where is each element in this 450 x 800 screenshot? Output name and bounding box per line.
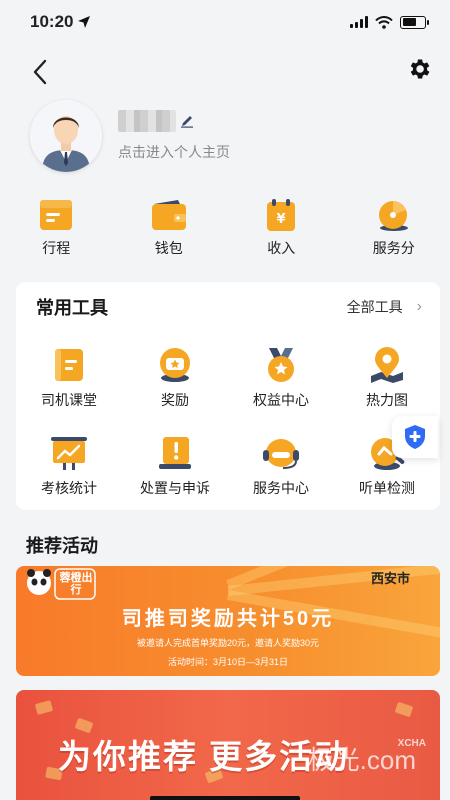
tool-appeal[interactable]: 处置与申诉: [122, 420, 228, 508]
battery-icon: [400, 15, 429, 29]
banner-city: 西安市: [370, 571, 410, 586]
gear-icon[interactable]: [406, 56, 432, 82]
service-score-icon: [378, 201, 408, 231]
quick-action-service-score[interactable]: 服务分: [338, 198, 450, 258]
tools-title: 常用工具: [36, 298, 108, 318]
banner-headline: 为你推荐 更多活动: [58, 738, 350, 775]
medal-icon: [268, 348, 294, 382]
map-pin-icon: [371, 347, 403, 383]
driver-avatar-icon: [30, 100, 102, 172]
quick-action-income[interactable]: ¥ 收入: [225, 198, 338, 258]
reward-icon: [160, 348, 190, 382]
svg-text:¥: ¥: [277, 212, 286, 227]
location-arrow-icon: [78, 16, 91, 28]
tools-header: 常用工具 全部工具 ›: [16, 282, 440, 332]
book-icon: [55, 349, 83, 381]
all-tools-label[interactable]: 全部工具: [347, 297, 403, 317]
top-bar: [0, 52, 450, 88]
banner-date: 活动时间：3月10日—3月31日: [167, 657, 289, 667]
tool-rights-center[interactable]: 权益中心: [228, 332, 334, 420]
more-activities-banner[interactable]: 为你推荐 更多活动 极光.com XCHA: [16, 690, 440, 800]
wallet-icon: [151, 200, 186, 230]
status-icons: [350, 15, 429, 29]
watermark-small-text: XCHA: [397, 738, 426, 749]
profile-header[interactable]: 点击进入个人主页: [30, 100, 230, 172]
tool-label: 奖励: [161, 392, 189, 408]
banner-subline: 被邀请人完成首单奖励20元，邀请人奖励30元: [136, 638, 320, 648]
quick-action-label: 服务分: [372, 240, 415, 256]
tool-label: 权益中心: [253, 392, 309, 408]
profile-info[interactable]: 点击进入个人主页: [118, 110, 230, 162]
clock-text: 10:20: [30, 12, 74, 31]
referral-activity-banner[interactable]: 蓉橙出行 西安市 司推司奖励共计50元 被邀请人完成首单奖励20元，邀请人奖励3…: [16, 566, 440, 676]
tool-reward[interactable]: 奖励: [122, 332, 228, 420]
tool-label: 处置与申诉: [140, 480, 210, 496]
tool-driver-class[interactable]: 司机课堂: [16, 332, 122, 420]
cellular-signal-icon: [350, 16, 368, 28]
status-time: 10:20: [30, 12, 91, 32]
tool-label: 热力图: [366, 392, 408, 408]
tool-assessment-stats[interactable]: 考核统计: [16, 420, 122, 508]
tool-label: 考核统计: [41, 480, 97, 496]
common-tools-card: 常用工具 全部工具 › 司机课堂 奖励 权益中心 热力图 考核统计 处置与申诉 …: [16, 282, 440, 510]
tool-service-center[interactable]: 服务中心: [228, 420, 334, 508]
quick-action-wallet[interactable]: 钱包: [113, 198, 226, 258]
tool-label: 听单检测: [359, 480, 415, 496]
edit-pencil-icon[interactable]: [180, 114, 194, 128]
income-icon: ¥: [267, 199, 296, 231]
all-tools-link[interactable]: 全部工具 ›: [347, 297, 422, 317]
avatar[interactable]: [30, 100, 102, 172]
chart-board-icon: [51, 437, 87, 470]
back-chevron-icon[interactable]: [30, 58, 50, 86]
profile-name-row[interactable]: [118, 110, 230, 132]
quick-action-label: 收入: [267, 240, 296, 256]
status-bar: 10:20: [0, 0, 450, 44]
quick-action-label: 钱包: [154, 240, 183, 256]
red-envelope-decoration: [394, 701, 414, 718]
brand-name: 蓉橙出行: [59, 572, 93, 596]
home-indicator: [150, 796, 300, 800]
blurred-username: [118, 110, 176, 132]
recommend-title: 推荐活动: [26, 536, 98, 556]
appeal-icon: [159, 437, 191, 469]
tool-heatmap[interactable]: 热力图: [334, 332, 440, 420]
red-envelope-decoration: [34, 700, 54, 715]
chevron-right-icon: ›: [416, 298, 422, 315]
tool-label: 司机课堂: [41, 392, 97, 408]
banner-headline: 司推司奖励共计50元: [121, 608, 335, 630]
tool-label: 服务中心: [253, 480, 309, 496]
profile-subtitle[interactable]: 点击进入个人主页: [118, 142, 230, 162]
tools-grid: 司机课堂 奖励 权益中心 热力图 考核统计 处置与申诉 服务中心 听单检测: [16, 332, 440, 508]
headset-icon: [263, 439, 299, 469]
quick-actions-row: 行程 钱包 ¥ 收入 服务分: [0, 198, 450, 258]
shield-plus-icon: [405, 425, 425, 449]
safety-shield-button[interactable]: [392, 416, 438, 458]
quick-action-itinerary[interactable]: 行程: [0, 198, 113, 258]
wifi-icon: [375, 15, 393, 29]
quick-action-label: 行程: [42, 240, 71, 256]
itinerary-icon: [40, 200, 73, 230]
